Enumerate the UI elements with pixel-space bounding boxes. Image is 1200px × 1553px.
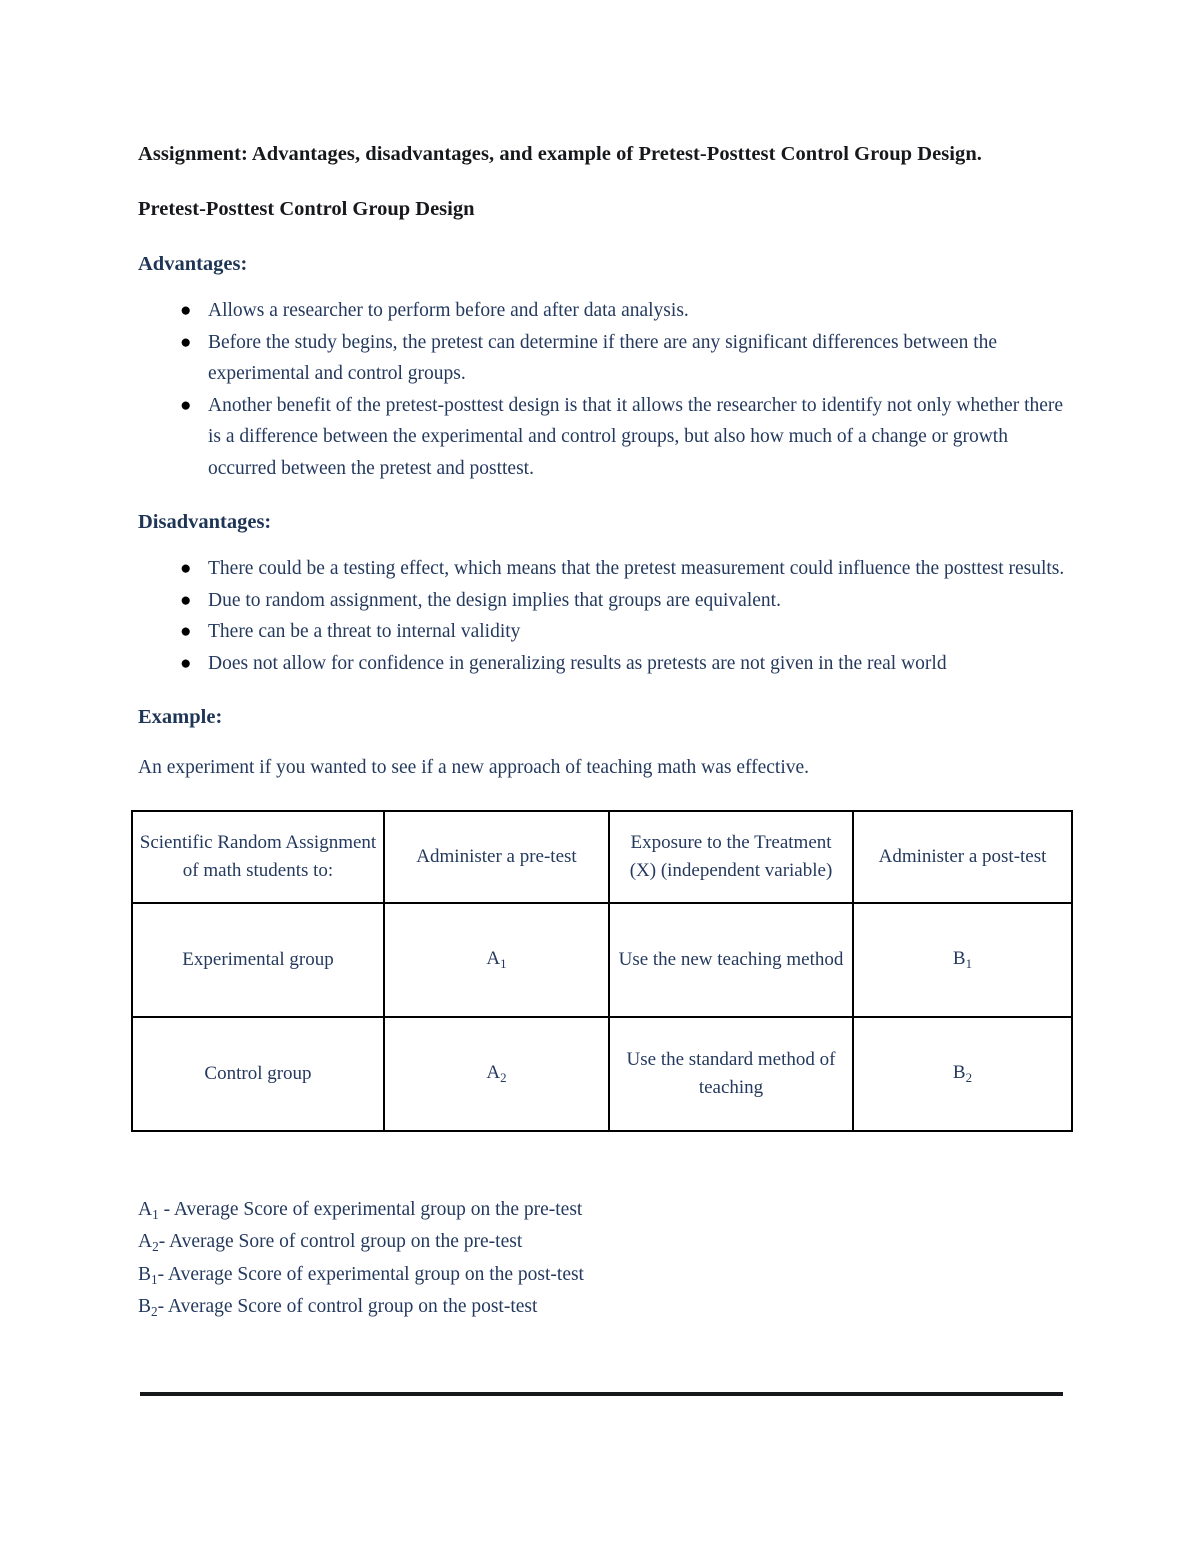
bullet-icon: ● xyxy=(180,589,192,611)
table-header-cell-treatment: Exposure to the Treatment (X) (independe… xyxy=(608,809,854,904)
legend-text: - Average Score of experimental group on… xyxy=(157,1263,584,1285)
symbol-legend: A1 - Average Score of experimental group… xyxy=(138,1194,1073,1324)
bullet-icon: ● xyxy=(180,621,192,642)
symbol-base: B xyxy=(138,1296,152,1317)
bottom-horizontal-rule xyxy=(140,1392,1063,1396)
list-item-text: There can be a threat to internal validi… xyxy=(208,621,521,642)
list-item-text: There could be a testing effect, which m… xyxy=(208,558,1065,579)
document-body: Assignment: Advantages, disadvantages, a… xyxy=(131,138,1073,1324)
list-item: ● Allows a researcher to perform before … xyxy=(138,295,1073,327)
legend-line: A1 - Average Score of experimental group… xyxy=(138,1194,1073,1227)
document-page: Assignment: Advantages, disadvantages, a… xyxy=(0,0,1200,1553)
list-item: ● Another benefit of the pretest-posttes… xyxy=(138,390,1073,485)
list-item: ● There could be a testing effect, which… xyxy=(138,553,1073,585)
symbol-base: B xyxy=(138,1263,152,1285)
symbol-subscript: 1 xyxy=(500,956,507,972)
table-row: Control group A2 Use the standard method… xyxy=(131,1015,1073,1132)
example-heading: Example: xyxy=(138,706,223,728)
bullet-icon: ● xyxy=(180,558,192,579)
table-body: Experimental group A1 Use the new teachi… xyxy=(131,901,1073,1132)
bullet-icon: ● xyxy=(180,394,192,416)
table-header: Scientific Random Assignment of math stu… xyxy=(131,809,1073,904)
table-header-cell-group: Scientific Random Assignment of math stu… xyxy=(131,809,385,904)
symbol-base: B xyxy=(952,948,966,969)
symbol-base: A xyxy=(486,1062,501,1083)
cell-treatment: Use the standard method of teaching xyxy=(608,1015,854,1132)
symbol-subscript: 2 xyxy=(500,1070,507,1086)
pretest-posttest-design-table: Scientific Random Assignment of math stu… xyxy=(131,809,1073,1132)
list-item-text: Due to random assignment, the design imp… xyxy=(208,589,781,611)
symbol-subscript: 1 xyxy=(151,1271,158,1287)
list-item-text: Before the study begins, the pretest can… xyxy=(208,331,998,385)
table-header-row: Scientific Random Assignment of math stu… xyxy=(131,809,1073,904)
design-subheading: Pretest-Posttest Control Group Design xyxy=(138,198,475,220)
legend-line: A2- Average Sore of control group on the… xyxy=(138,1226,1073,1259)
list-item: ● Before the study begins, the pretest c… xyxy=(138,327,1073,390)
symbol-base: A xyxy=(486,948,501,969)
disadvantages-heading: Disadvantages: xyxy=(138,511,272,533)
symbol-subscript: 2 xyxy=(151,1304,158,1320)
symbol-base: B xyxy=(952,1062,966,1083)
legend-line: B1- Average Score of experimental group … xyxy=(138,1259,1073,1292)
advantages-heading: Advantages: xyxy=(138,253,248,275)
legend-text: - Average Score of experimental group on… xyxy=(158,1198,583,1220)
bullet-icon: ● xyxy=(180,300,192,321)
symbol-subscript: 1 xyxy=(965,956,973,972)
symbol-base: A xyxy=(138,1198,153,1220)
cell-group-name: Experimental group xyxy=(131,901,385,1018)
cell-treatment: Use the new teaching method xyxy=(608,901,854,1018)
cell-pretest-symbol: A2 xyxy=(383,1015,610,1132)
legend-text: - Average Score of control group on the … xyxy=(157,1296,538,1317)
list-item-text: Allows a researcher to perform before an… xyxy=(208,300,689,321)
symbol-subscript: 2 xyxy=(152,1239,159,1255)
cell-posttest-symbol: B1 xyxy=(852,901,1073,1018)
table-row: Experimental group A1 Use the new teachi… xyxy=(131,901,1073,1018)
table-header-cell-pretest: Administer a pre-test xyxy=(383,809,610,904)
table-header-cell-posttest: Administer a post-test xyxy=(852,809,1073,904)
example-intro-text: An experiment if you wanted to see if a … xyxy=(138,757,810,778)
symbol-base: A xyxy=(138,1231,153,1252)
legend-text: - Average Sore of control group on the p… xyxy=(158,1231,523,1252)
cell-pretest-symbol: A1 xyxy=(383,901,610,1018)
disadvantages-list: ● There could be a testing effect, which… xyxy=(138,553,1073,679)
cell-group-name: Control group xyxy=(131,1015,385,1132)
list-item: ● There can be a threat to internal vali… xyxy=(138,616,1073,648)
list-item: ● Due to random assignment, the design i… xyxy=(138,585,1073,617)
list-item-text: Does not allow for confidence in general… xyxy=(208,652,947,674)
legend-line: B2- Average Score of control group on th… xyxy=(138,1291,1073,1324)
list-item-text: Another benefit of the pretest-posttest … xyxy=(208,394,1064,479)
symbol-subscript: 1 xyxy=(152,1206,159,1222)
cell-posttest-symbol: B2 xyxy=(852,1015,1073,1132)
design-table-container: Scientific Random Assignment of math stu… xyxy=(131,809,1073,1132)
symbol-subscript: 2 xyxy=(965,1070,973,1086)
bullet-icon: ● xyxy=(180,331,192,353)
page-title: Assignment: Advantages, disadvantages, a… xyxy=(138,143,982,165)
advantages-list: ● Allows a researcher to perform before … xyxy=(138,295,1073,484)
bullet-icon: ● xyxy=(180,652,192,674)
list-item: ● Does not allow for confidence in gener… xyxy=(138,648,1073,680)
